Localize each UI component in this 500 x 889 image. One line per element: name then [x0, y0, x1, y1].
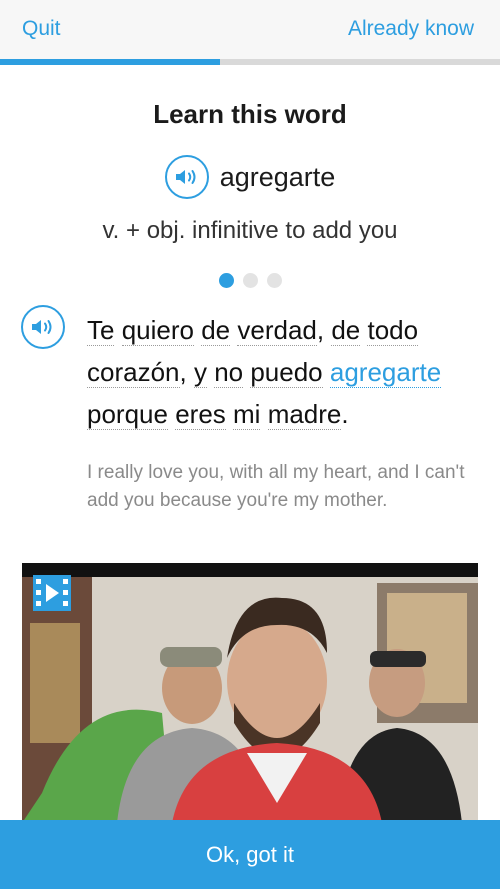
sentence-audio-button[interactable]: [21, 305, 65, 349]
speaker-icon: [32, 320, 52, 334]
sentence-word[interactable]: eres: [175, 399, 226, 430]
sentence-word[interactable]: de: [331, 315, 361, 346]
progress-bar-fill: [0, 59, 220, 65]
sentence-word[interactable]: mi: [233, 399, 261, 430]
sentence-word[interactable]: no: [214, 357, 244, 388]
sentence-word[interactable]: todo: [367, 315, 419, 346]
pager-dot[interactable]: [266, 273, 282, 288]
example-sentence: Te quiero de verdad, de todo corazón, y …: [87, 309, 472, 435]
video-still: [22, 563, 478, 823]
sentence-punctuation: [323, 357, 330, 387]
sentence-translation: I really love you, with all my heart, an…: [87, 462, 465, 511]
video-clip[interactable]: [22, 563, 478, 823]
sentence-punctuation: [260, 399, 267, 429]
sentence-word-highlighted[interactable]: agregarte: [329, 357, 442, 388]
sentence-word[interactable]: quiero: [121, 315, 194, 346]
sentence-word[interactable]: de: [201, 315, 231, 346]
word-audio-button[interactable]: [164, 155, 209, 199]
sentence-punctuation: ,: [179, 357, 194, 387]
speaker-icon: [175, 170, 196, 184]
sentence-word[interactable]: madre: [267, 399, 342, 430]
word-definition: v. + obj. infinitive to add you: [102, 217, 398, 244]
sentence-word[interactable]: verdad: [237, 315, 317, 346]
sentence-word[interactable]: corazón: [87, 357, 180, 388]
film-play-icon[interactable]: [33, 575, 71, 611]
pager-dot[interactable]: [218, 273, 234, 288]
word-row: agregarte: [0, 155, 500, 199]
progress-bar: [0, 59, 500, 65]
example-pager: [0, 273, 500, 288]
top-bar: Quit Already know: [0, 0, 500, 60]
page-title: Learn this word: [153, 99, 347, 129]
sentence-punctuation: [114, 315, 121, 345]
sentence-punctuation: ,: [316, 315, 332, 345]
sentence-punctuation: .: [341, 399, 349, 429]
sentence-word[interactable]: Te: [87, 315, 115, 346]
already-know-button[interactable]: Already know: [348, 17, 474, 41]
sentence-word[interactable]: puedo: [250, 357, 323, 388]
pager-dot[interactable]: [242, 273, 258, 288]
sentence-word[interactable]: y: [193, 357, 207, 388]
sentence-punctuation: [226, 399, 233, 429]
quit-button[interactable]: Quit: [22, 17, 61, 41]
ok-got-it-button[interactable]: Ok, got it: [0, 820, 500, 889]
sentence-word[interactable]: porque: [87, 399, 168, 430]
vocab-word: agregarte: [219, 161, 336, 192]
